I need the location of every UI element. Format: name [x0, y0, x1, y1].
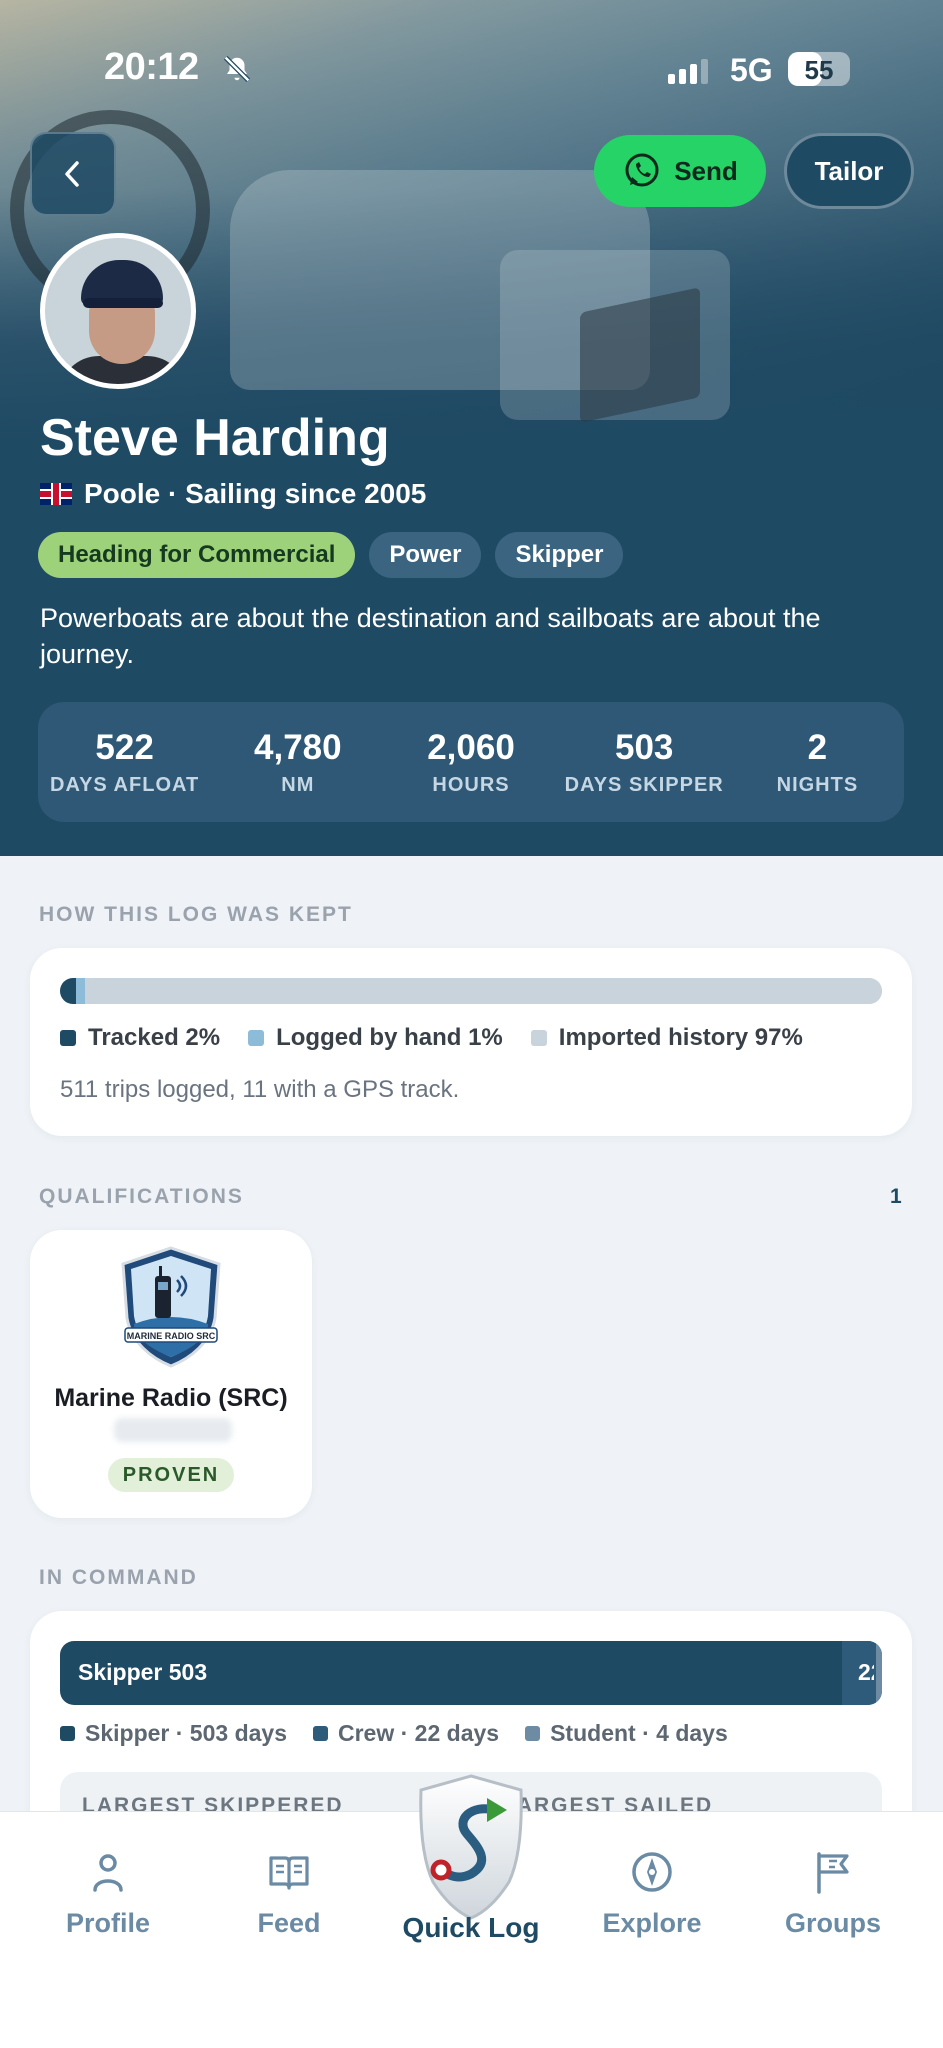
legend-tracked: Tracked 2% [60, 1024, 220, 1052]
in-command-title: IN COMMAND [39, 1566, 198, 1589]
log-kept-bar [60, 978, 882, 1004]
tag-heading-commercial[interactable]: Heading for Commercial [38, 532, 356, 578]
stat-label: DAYS AFLOAT [50, 773, 200, 796]
flag-icon [817, 1852, 849, 1894]
tab-feed[interactable]: Feed [199, 1850, 379, 1939]
legend-label: Logged by hand 1% [276, 1024, 503, 1051]
legend-label: Tracked 2% [88, 1024, 221, 1051]
location-text: Poole · Sailing since 2005 [84, 478, 427, 509]
qualification-date-blurred [114, 1418, 232, 1442]
avatar-cap-bill [83, 298, 163, 308]
stat-nm: 4,780 NM [211, 702, 384, 822]
send-whatsapp-button[interactable]: Send [594, 135, 766, 207]
badge-text: MARINE RADIO SRC [127, 1331, 216, 1341]
legend-swatch [313, 1726, 328, 1741]
log-bar-tracked [60, 978, 77, 1004]
tab-label: Feed [257, 1908, 321, 1938]
book-icon [269, 1856, 309, 1890]
in-command-bar: Skipper 503 22 [60, 1641, 882, 1705]
signal-icon [668, 58, 708, 84]
profile-tags: Heading for Commercial Power Skipper [38, 532, 624, 578]
stat-label: HOURS [432, 773, 510, 796]
battery-icon: 55 [788, 52, 850, 86]
legend-swatch [530, 1030, 547, 1046]
chevron-left-icon [65, 161, 79, 187]
stat-label: NIGHTS [776, 773, 859, 796]
legend-label: Student · 4 days [550, 1720, 728, 1746]
legend-hand: Logged by hand 1% [248, 1024, 503, 1052]
tailor-button[interactable]: Tailor [784, 133, 914, 209]
quick-log-shield-icon[interactable] [391, 1772, 551, 1922]
tab-label: Groups [784, 1908, 881, 1938]
legend-swatch [248, 1030, 265, 1046]
tab-explore[interactable]: Explore [562, 1850, 742, 1939]
battery-level: 55 [804, 55, 834, 85]
tab-groups[interactable]: Groups [743, 1850, 923, 1939]
marine-radio-badge-icon: MARINE RADIO SRC [121, 1246, 221, 1368]
tab-label: Explore [602, 1908, 702, 1938]
stat-label: DAYS SKIPPER [564, 773, 724, 796]
bell-muted-icon [223, 55, 251, 83]
stat-days-skipper: 503 DAYS SKIPPER [558, 702, 731, 822]
bar-skipper-label: Skipper 503 [78, 1659, 208, 1685]
tab-label: Profile [65, 1908, 151, 1938]
profile-location: Poole · Sailing since 2005 [40, 478, 426, 510]
tab-quick-log-label[interactable]: Quick Log [380, 1912, 562, 1944]
legend-skipper: Skipper · 503 days [60, 1720, 287, 1747]
tag-skipper[interactable]: Skipper [495, 532, 624, 578]
in-command-legend: Skipper · 503 days Crew · 22 days Studen… [60, 1720, 728, 1747]
stat-value: 522 [95, 727, 154, 767]
qualification-status-badge: PROVEN [108, 1458, 234, 1492]
log-bar-hand [76, 978, 85, 1004]
legend-crew: Crew · 22 days [313, 1720, 499, 1747]
stat-value: 2 [807, 727, 828, 767]
profile-name: Steve Harding [40, 409, 390, 467]
stat-hours: 2,060 HOURS [384, 702, 557, 822]
legend-imported: Imported history 97% [530, 1024, 803, 1052]
qualification-name: Marine Radio (SRC) [54, 1384, 288, 1412]
stat-value: 2,060 [427, 727, 515, 767]
status-time: 20:12 [104, 46, 199, 88]
tab-profile[interactable]: Profile [18, 1850, 198, 1939]
qualifications-title: QUALIFICATIONS [39, 1185, 244, 1208]
stat-label: NM [281, 773, 315, 796]
log-bar-imported [84, 978, 882, 1004]
send-label: Send [674, 155, 738, 186]
legend-swatch [60, 1726, 75, 1741]
stats-card: 522 DAYS AFLOAT 4,780 NM 2,060 HOURS 503… [38, 702, 904, 822]
log-kept-title: HOW THIS LOG WAS KEPT [39, 903, 353, 926]
legend-student: Student · 4 days [525, 1720, 728, 1747]
whatsapp-icon [625, 153, 659, 187]
legend-label: Crew · 22 days [338, 1720, 500, 1746]
person-icon [93, 1854, 123, 1892]
stat-nights: 2 NIGHTS [731, 702, 904, 822]
stat-value: 503 [615, 727, 674, 767]
legend-swatch [525, 1726, 541, 1741]
stat-value: 4,780 [254, 727, 342, 767]
log-kept-legend: Tracked 2% Logged by hand 1% Imported hi… [60, 1024, 803, 1052]
legend-label: Skipper · 503 days [85, 1720, 287, 1746]
tailor-label: Tailor [814, 155, 884, 186]
stat-days-afloat: 522 DAYS AFLOAT [38, 702, 211, 822]
avatar[interactable] [40, 233, 196, 389]
bar-crew-label: 22 [858, 1659, 874, 1685]
bar-student-segment [876, 1641, 882, 1705]
legend-label: Imported history 97% [558, 1024, 803, 1051]
trips-summary: 511 trips logged, 11 with a GPS track. [60, 1076, 460, 1103]
compass-icon [632, 1852, 672, 1892]
qualifications-count[interactable]: 1 [890, 1185, 902, 1209]
profile-bio: Powerboats are about the destination and… [40, 603, 821, 669]
network-type: 5G [730, 52, 773, 88]
uk-flag-icon [40, 483, 72, 505]
tag-power[interactable]: Power [369, 532, 482, 578]
legend-swatch [60, 1030, 76, 1046]
back-button[interactable] [30, 132, 116, 216]
